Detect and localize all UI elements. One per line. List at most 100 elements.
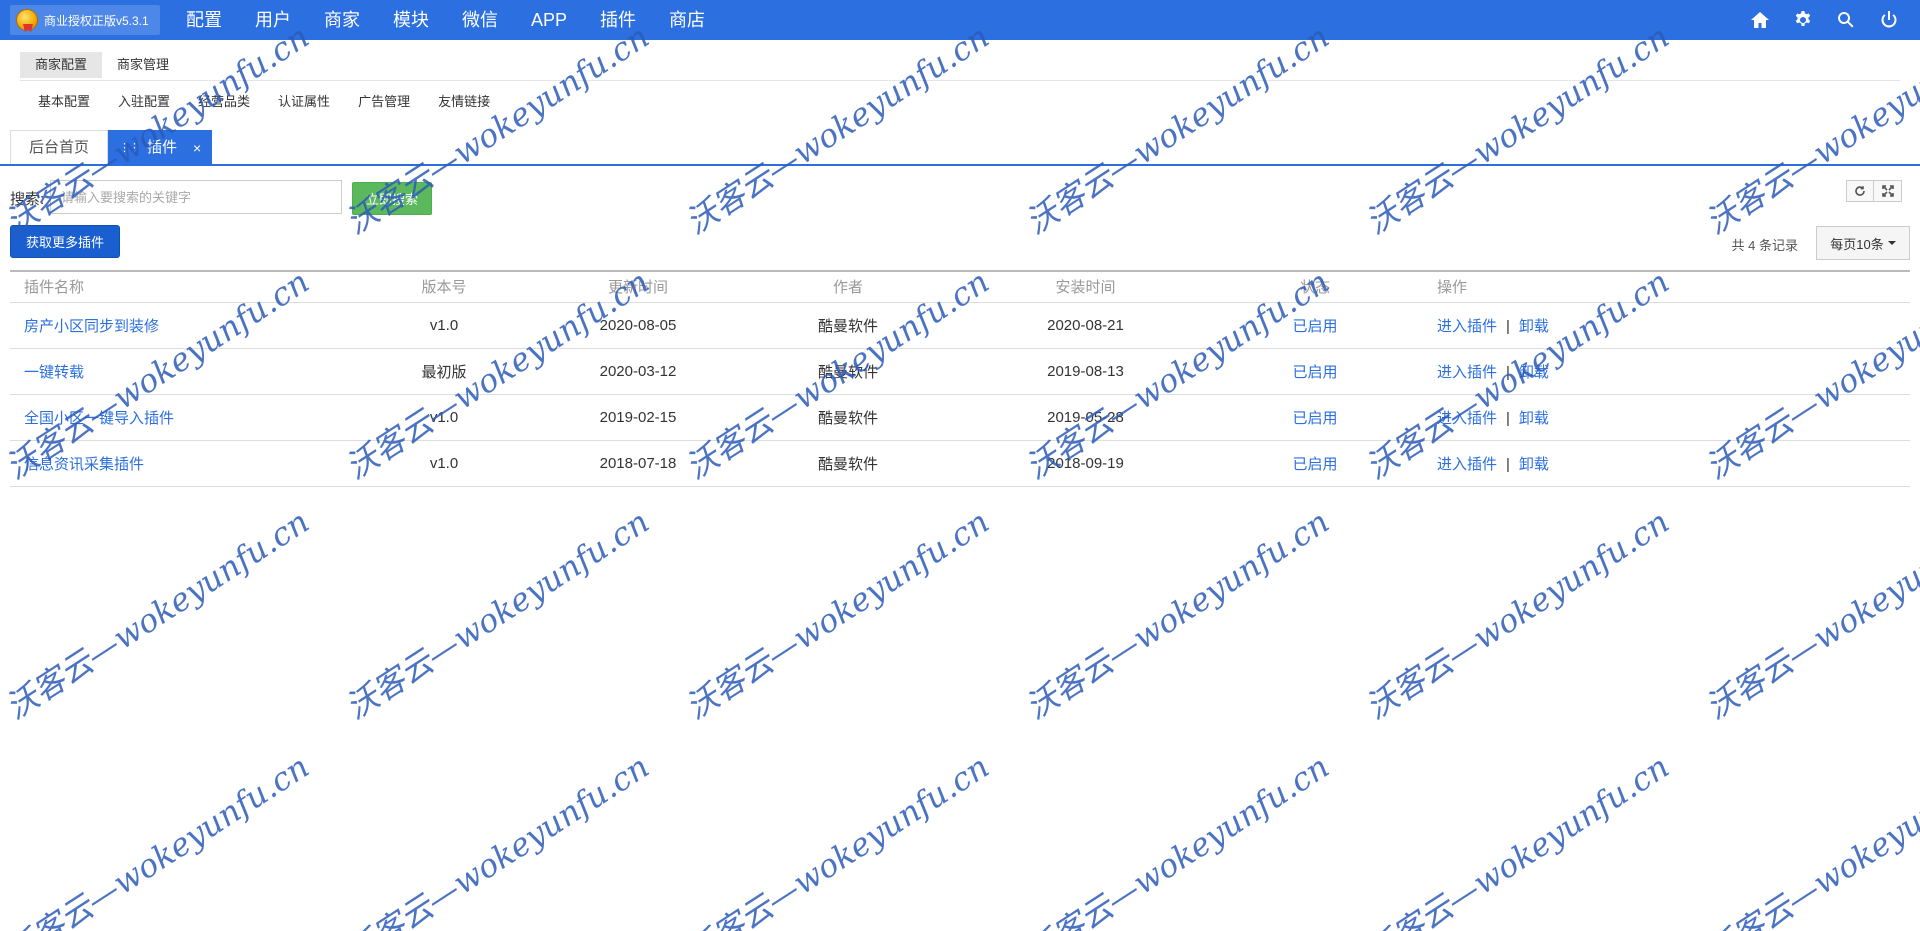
watermark-text: 沃客云—wokeyunfu.cn [679, 17, 996, 241]
header-actions: 操作 [1357, 271, 1910, 303]
tabs-underline [0, 164, 1920, 166]
plugin-name-link[interactable]: 一键转载 [24, 364, 84, 381]
page-tabs: 后台首页 ⋮⋮ 插件 × [10, 130, 213, 165]
uninstall-link[interactable]: 卸载 [1519, 456, 1549, 473]
nav-item-config[interactable]: 配置 [186, 0, 222, 40]
enter-plugin-link[interactable]: 进入插件 [1437, 410, 1497, 427]
plugin-version: v1.0 [410, 440, 478, 487]
plugin-updated: 2020-03-12 [478, 348, 798, 395]
watermark-text: 沃客云—wokeyunfu.cn [679, 502, 996, 726]
plugin-author: 酷曼软件 [798, 348, 898, 395]
plugin-status-toggle[interactable]: 已启用 [1292, 410, 1337, 427]
watermark-text: 沃客云—wokeyunfu.cn [1699, 17, 1920, 241]
top-navbar: 商业授权正版v5.3.1 配置 用户 商家 模块 微信 APP 插件 商店 [0, 0, 1920, 40]
plugin-author: 酷曼软件 [798, 394, 898, 441]
watermark-text: 沃客云—wokeyunfu.cn [339, 502, 656, 726]
header-status[interactable]: 状态 [1273, 271, 1357, 303]
logo-text: 商业授权正版v5.3.1 [44, 13, 149, 28]
submenu-business-category[interactable]: 经营品类 [184, 91, 264, 110]
table-row: 一键转载 最初版 2020-03-12 酷曼软件 2019-08-13 已启用 … [10, 348, 1910, 395]
header-updated[interactable]: 更新时间 [478, 271, 798, 303]
plugin-updated: 2018-07-18 [478, 440, 798, 487]
get-more-plugins-button[interactable]: 获取更多插件 [10, 225, 120, 258]
plugin-version: v1.0 [410, 394, 478, 441]
tab-dashboard-home[interactable]: 后台首页 [10, 130, 109, 164]
submenu-cert-attributes[interactable]: 认证属性 [264, 91, 344, 110]
header-author[interactable]: 作者 [798, 271, 898, 303]
plugin-status-toggle[interactable]: 已启用 [1292, 364, 1337, 381]
plugin-installed: 2019-05-28 [898, 394, 1273, 441]
nav-item-app[interactable]: APP [531, 0, 567, 40]
watermark-text: 沃客云—wokeyunfu.cn [1359, 502, 1676, 726]
app-logo[interactable]: 商业授权正版v5.3.1 [10, 5, 160, 35]
per-page-dropdown[interactable]: 每页10条 [1816, 226, 1910, 260]
gear-icon[interactable] [1792, 9, 1814, 31]
plugin-installed: 2018-09-19 [898, 440, 1273, 487]
table-header-row: 插件名称 版本号 更新时间 作者 安装时间 状态 操作 [10, 271, 1910, 303]
nav-item-wechat[interactable]: 微信 [462, 0, 498, 40]
plugins-table: 插件名称 版本号 更新时间 作者 安装时间 状态 操作 房产小区同步到装修 v1… [10, 270, 1910, 487]
watermark-text: 沃客云—wokeyunfu.cn [1019, 747, 1336, 931]
plugin-name-link[interactable]: 全国小区一键导入插件 [24, 410, 174, 427]
submenu-friend-links[interactable]: 友情链接 [424, 91, 504, 110]
watermark-text: 沃客云—wokeyunfu.cn [0, 747, 316, 931]
submenu-merchant-manage[interactable]: 商家管理 [102, 52, 184, 78]
submenu-divider [20, 80, 1900, 81]
plugin-status-toggle[interactable]: 已启用 [1292, 318, 1337, 335]
action-separator: | [1506, 409, 1510, 427]
tab-plugins-label: 插件 [147, 138, 178, 156]
power-icon[interactable] [1878, 9, 1900, 31]
drag-handle-icon[interactable]: ⋮⋮ [119, 131, 140, 165]
refresh-icon[interactable] [1846, 180, 1874, 202]
close-icon[interactable]: × [193, 131, 201, 165]
plugin-author: 酷曼软件 [798, 302, 898, 349]
submenu-basic-config[interactable]: 基本配置 [24, 91, 104, 110]
enter-plugin-link[interactable]: 进入插件 [1437, 318, 1497, 335]
submenu-level1: 商家配置 商家管理 [20, 52, 184, 78]
watermark-text: 沃客云—wokeyunfu.cn [1019, 502, 1336, 726]
plugin-name-link[interactable]: 信息资讯采集插件 [24, 456, 144, 473]
plugin-installed: 2019-08-13 [898, 348, 1273, 395]
search-icon[interactable] [1835, 9, 1857, 31]
caret-down-icon [1887, 241, 1896, 245]
home-icon[interactable] [1749, 9, 1771, 31]
action-separator: | [1506, 363, 1510, 381]
medal-icon [16, 9, 38, 31]
uninstall-link[interactable]: 卸载 [1519, 410, 1549, 427]
nav-item-plugins[interactable]: 插件 [600, 0, 636, 40]
action-separator: | [1506, 317, 1510, 335]
search-label: 搜索: [10, 191, 45, 208]
table-tools [1846, 180, 1902, 202]
table-row: 信息资讯采集插件 v1.0 2018-07-18 酷曼软件 2018-09-19… [10, 440, 1910, 487]
plugin-updated: 2020-08-05 [478, 302, 798, 349]
plugin-status-toggle[interactable]: 已启用 [1292, 456, 1337, 473]
watermark-text: 沃客云—wokeyunfu.cn [1359, 747, 1676, 931]
watermark-text: 沃客云—wokeyunfu.cn [1699, 502, 1920, 726]
plugin-installed: 2020-08-21 [898, 302, 1273, 349]
header-plugin-name[interactable]: 插件名称 [10, 271, 410, 303]
watermark-text: 沃客云—wokeyunfu.cn [679, 747, 996, 931]
fullscreen-icon[interactable] [1874, 180, 1902, 202]
enter-plugin-link[interactable]: 进入插件 [1437, 456, 1497, 473]
watermark-text: 沃客云—wokeyunfu.cn [339, 747, 656, 931]
submenu-ad-manage[interactable]: 广告管理 [344, 91, 424, 110]
nav-item-users[interactable]: 用户 [255, 0, 291, 40]
action-separator: | [1506, 455, 1510, 473]
uninstall-link[interactable]: 卸载 [1519, 364, 1549, 381]
uninstall-link[interactable]: 卸载 [1519, 318, 1549, 335]
submenu-entry-config[interactable]: 入驻配置 [104, 91, 184, 110]
header-version[interactable]: 版本号 [410, 271, 478, 303]
enter-plugin-link[interactable]: 进入插件 [1437, 364, 1497, 381]
table-row: 房产小区同步到装修 v1.0 2020-08-05 酷曼软件 2020-08-2… [10, 302, 1910, 349]
search-now-button[interactable]: 立即搜索 [352, 182, 432, 215]
plugin-version: v1.0 [410, 302, 478, 349]
nav-item-store[interactable]: 商店 [669, 0, 705, 40]
tab-plugins[interactable]: ⋮⋮ 插件 × [108, 130, 213, 165]
plugin-name-link[interactable]: 房产小区同步到装修 [24, 318, 159, 335]
header-installed[interactable]: 安装时间 [898, 271, 1273, 303]
search-input[interactable] [50, 180, 342, 214]
nav-item-merchant[interactable]: 商家 [324, 0, 360, 40]
submenu-merchant-config[interactable]: 商家配置 [20, 52, 103, 78]
top-icon-group [1728, 0, 1900, 40]
nav-item-modules[interactable]: 模块 [393, 0, 429, 40]
